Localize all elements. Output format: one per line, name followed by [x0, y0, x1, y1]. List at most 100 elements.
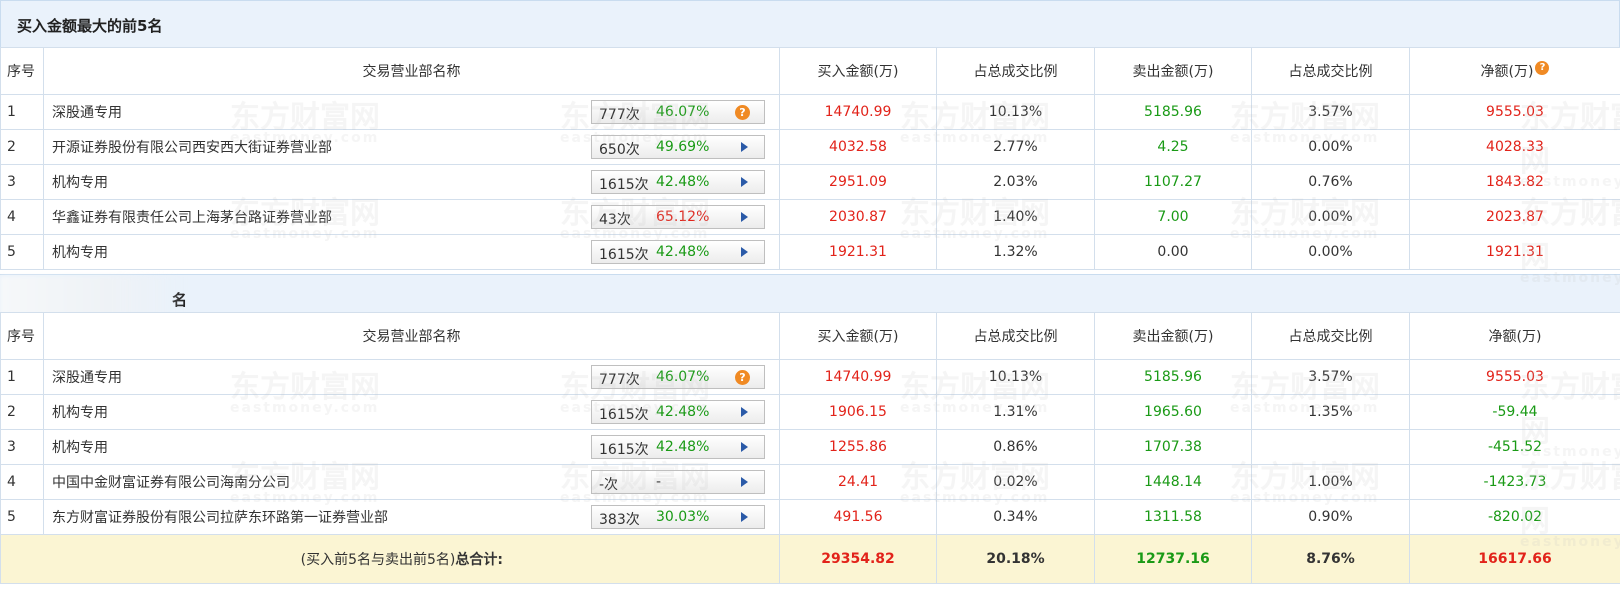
branch-name[interactable]: 机构专用 — [52, 245, 108, 261]
sell-amount: 0.00 — [1094, 234, 1252, 270]
table-row: 3 机构专用 1615次 42.48% 1255.86 0.86% 1707.38 -451.… — [0, 429, 1620, 465]
buy-ratio: 2.77% — [936, 129, 1095, 165]
branch-stats-tag[interactable]: 1615次 42.48% — [591, 240, 765, 264]
sell-amount: 1707.38 — [1094, 429, 1252, 465]
branch-stats-tag[interactable]: 777次 46.07%? — [591, 365, 765, 389]
column-header: 交易营业部名称 — [43, 47, 780, 95]
buy-amount: 14740.99 — [779, 359, 937, 395]
table-row: 5 东方财富证券股份有限公司拉萨东环路第一证券营业部 383次 30.03% 491.5… — [0, 499, 1620, 535]
listing-count: 1615次 — [599, 442, 649, 458]
net-amount: -451.52 — [1409, 429, 1620, 465]
arrow-right-icon[interactable] — [741, 477, 748, 487]
column-header: 占总成交比例 — [1251, 47, 1410, 95]
buy-ratio: 2.03% — [936, 164, 1095, 200]
branch-name-cell: 机构专用 1615次 42.48% — [43, 429, 780, 465]
branch-name-cell: 开源证券股份有限公司西安西大街证券营业部 650次 49.69% — [43, 129, 780, 165]
sell-amount: 4.25 — [1094, 129, 1252, 165]
branch-name-cell: 中国中金财富证券有限公司海南分公司 -次 - — [43, 464, 780, 500]
branch-stats-tag[interactable]: 1615次 42.48% — [591, 435, 765, 459]
win-rate: - — [656, 474, 662, 490]
table-row: 4 中国中金财富证券有限公司海南分公司 -次 - 24.41 0.02% 1448.14 1.… — [0, 464, 1620, 500]
buy-amount: 4032.58 — [779, 129, 937, 165]
column-header: 买入金额(万) — [779, 312, 937, 360]
net-amount: 1921.31 — [1409, 234, 1620, 270]
table-row: 5 机构专用 1615次 42.48% 1921.31 1.32% 0.00 0.00% 192… — [0, 234, 1620, 270]
total-net: 16617.66 — [1409, 534, 1620, 584]
help-icon[interactable]: ? — [735, 105, 750, 120]
table-header-row: 序号 交易营业部名称 买入金额(万) 占总成交比例 卖出金额(万) 占总成交比例 净额(万) — [0, 312, 1620, 360]
total-row: (买入前5名与卖出前5名)总合计: 29354.82 20.18% 12737.16 8… — [0, 534, 1620, 584]
net-amount: 9555.03 — [1409, 359, 1620, 395]
column-header: 占总成交比例 — [936, 47, 1095, 95]
row-index: 1 — [0, 359, 44, 395]
listing-count: 1615次 — [599, 247, 649, 263]
sell-ratio: 3.57% — [1251, 94, 1410, 130]
sell-ratio: 0.00% — [1251, 129, 1410, 165]
listing-count: 383次 — [599, 512, 640, 528]
branch-stats-tag[interactable]: 777次 46.07%? — [591, 100, 765, 124]
row-index: 1 — [0, 94, 44, 130]
branch-name[interactable]: 机构专用 — [52, 440, 108, 456]
help-icon[interactable]: ? — [735, 370, 750, 385]
branch-name[interactable]: 深股通专用 — [52, 370, 122, 386]
buy-amount: 1255.86 — [779, 429, 937, 465]
branch-name[interactable]: 东方财富证券股份有限公司拉萨东环路第一证券营业部 — [52, 510, 388, 526]
sell-ratio: 0.90% — [1251, 499, 1410, 535]
total-sell: 12737.16 — [1094, 534, 1252, 584]
win-rate: 49.69% — [656, 139, 710, 155]
branch-name[interactable]: 深股通专用 — [52, 105, 122, 121]
sell-ratio: 0.00% — [1251, 199, 1410, 235]
row-index: 5 — [0, 234, 44, 270]
listing-count: 43次 — [599, 212, 631, 228]
row-index: 5 — [0, 499, 44, 535]
arrow-right-icon[interactable] — [741, 407, 748, 417]
branch-name[interactable]: 机构专用 — [52, 175, 108, 191]
branch-name-cell: 东方财富证券股份有限公司拉萨东环路第一证券营业部 383次 30.03% — [43, 499, 780, 535]
arrow-right-icon[interactable] — [741, 247, 748, 257]
table-row: 2 开源证券股份有限公司西安西大街证券营业部 650次 49.69% 4032.58 2.… — [0, 129, 1620, 165]
total-buy: 29354.82 — [779, 534, 937, 584]
net-amount: -1423.73 — [1409, 464, 1620, 500]
branch-name-cell: 机构专用 1615次 42.48% — [43, 234, 780, 270]
buy-ratio: 10.13% — [936, 94, 1095, 130]
win-rate: 42.48% — [656, 244, 710, 260]
arrow-right-icon[interactable] — [741, 442, 748, 452]
column-header: 占总成交比例 — [1251, 312, 1410, 360]
column-header: 交易营业部名称 — [43, 312, 780, 360]
sell-amount: 5185.96 — [1094, 94, 1252, 130]
help-icon[interactable]: ? — [1535, 61, 1550, 75]
branch-stats-tag[interactable]: 43次 65.12% — [591, 205, 765, 229]
branch-name[interactable]: 中国中金财富证券有限公司海南分公司 — [52, 475, 290, 491]
row-index: 3 — [0, 429, 44, 465]
sell-amount: 1965.60 — [1094, 394, 1252, 430]
buy-amount: 2030.87 — [779, 199, 937, 235]
branch-stats-tag[interactable]: 383次 30.03% — [591, 505, 765, 529]
buy-top5-table: 序号 交易营业部名称 买入金额(万) 占总成交比例 卖出金额(万) 占总成交比例 净额(万)… — [0, 47, 1620, 270]
sell-ratio: 1.00% — [1251, 464, 1410, 500]
table-header-row: 序号 交易营业部名称 买入金额(万) 占总成交比例 卖出金额(万) 占总成交比例 净额(万)… — [0, 47, 1620, 95]
arrow-right-icon[interactable] — [741, 212, 748, 222]
net-amount: 4028.33 — [1409, 129, 1620, 165]
sell-ratio — [1251, 429, 1410, 465]
arrow-right-icon[interactable] — [741, 177, 748, 187]
table-row: 3 机构专用 1615次 42.48% 2951.09 2.03% 1107.27 0.76%… — [0, 164, 1620, 200]
total-label-bold: 总合计: — [455, 552, 503, 568]
arrow-right-icon[interactable] — [741, 142, 748, 152]
branch-name[interactable]: 华鑫证券有限责任公司上海茅台路证券营业部 — [52, 210, 332, 226]
branch-stats-tag[interactable]: 650次 49.69% — [591, 135, 765, 159]
branch-stats-tag[interactable]: 1615次 42.48% — [591, 170, 765, 194]
arrow-right-icon[interactable] — [741, 512, 748, 522]
buy-ratio: 0.34% — [936, 499, 1095, 535]
row-index: 2 — [0, 394, 44, 430]
section1-title: 买入金额最大的前5名 — [17, 17, 163, 35]
branch-name[interactable]: 机构专用 — [52, 405, 108, 421]
branch-stats-tag[interactable]: 1615次 42.48% — [591, 400, 765, 424]
row-index: 2 — [0, 129, 44, 165]
row-index: 4 — [0, 464, 44, 500]
buy-amount: 491.56 — [779, 499, 937, 535]
branch-stats-tag[interactable]: -次 - — [591, 470, 765, 494]
branch-name-cell: 深股通专用 777次 46.07%? — [43, 359, 780, 395]
listing-count: -次 — [599, 477, 619, 493]
branch-name[interactable]: 开源证券股份有限公司西安西大街证券营业部 — [52, 140, 332, 156]
total-buy-ratio: 20.18% — [936, 534, 1095, 584]
